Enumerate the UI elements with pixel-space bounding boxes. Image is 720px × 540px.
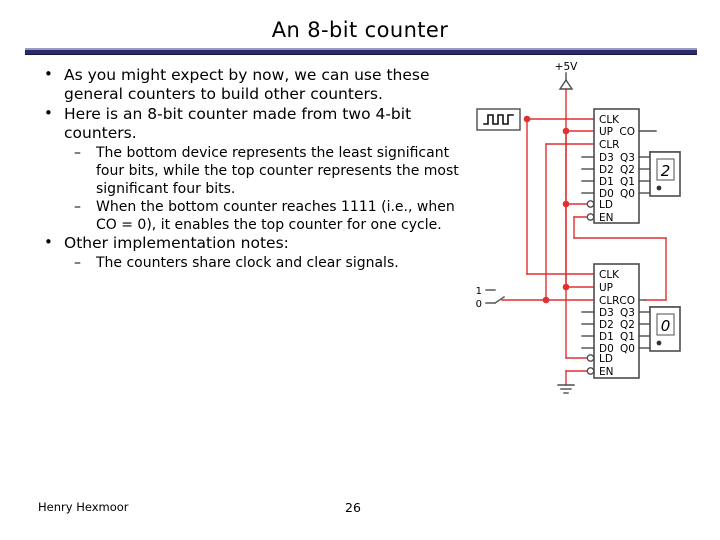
sub-bullet-marker: – [74,199,81,215]
sub-bullet-text: The bottom device represents the least s… [96,145,459,197]
top-ld-bubble-icon [586,200,595,208]
top-pin-clr: CLR [599,139,619,151]
bottom-pin-q3: Q3 [620,307,635,319]
top-en-bubble-icon [586,213,595,221]
top-pin-up: UP [599,126,613,138]
bullet-item: • As you might expect by now, we can use… [36,65,476,104]
footer-author: Henry Hexmoor [38,500,129,514]
top-pin-d1: D1 [599,176,614,188]
junction-dot [562,200,570,208]
bullet-marker: • [44,104,53,122]
bottom-pin-co: CO [619,295,635,307]
switch-label-low: 0 [476,299,482,310]
bottom-pin-d3: D3 [599,307,614,319]
sub-bullet-marker: – [74,255,81,271]
sub-bullet-item: – When the bottom counter reaches 1111 (… [36,198,476,234]
bullet-item: • Here is an 8-bit counter made from two… [36,104,476,143]
bottom-pin-d1: D1 [599,331,614,343]
top-pin-ld: LD [599,199,613,211]
bullet-marker: • [44,233,53,251]
bottom-display-dot-icon [656,340,662,346]
junction-dot [562,127,570,135]
square-wave-icon [483,114,514,125]
bottom-en-bubble-icon [586,367,595,375]
footer-page-number: 26 [345,500,361,515]
bottom-ld-bubble-icon [586,354,595,362]
top-pin-d3: D3 [599,152,614,164]
sub-bullet-text: The counters share clock and clear signa… [96,255,399,271]
page-title: An 8-bit counter [271,18,449,42]
bullet-text: Here is an 8-bit counter made from two 4… [64,105,412,142]
top-pin-q0: Q0 [620,188,635,200]
bottom-pin-clk: CLK [599,269,620,281]
wire-net-red [501,88,667,386]
bullet-text: As you might expect by now, we can use t… [64,66,430,103]
bottom-display-value: 0 [661,317,671,335]
top-pin-q3: Q3 [620,152,635,164]
top-pin-d2: D2 [599,164,614,176]
top-pin-co: CO [619,126,635,138]
top-display-value: 2 [661,162,671,180]
bottom-pin-d2: D2 [599,319,614,331]
switch-label-high: 1 [476,286,482,297]
bottom-pin-en: EN [599,366,614,378]
supply-label: +5V [555,61,578,73]
title-divider [25,48,697,55]
top-pin-q2: Q2 [620,164,635,176]
bullet-item: • Other implementation notes: [36,233,476,253]
bottom-pin-clr: CLR [599,295,619,307]
bottom-pin-q1: Q1 [620,331,635,343]
top-pin-q1: Q1 [620,176,635,188]
bullet-marker: • [44,65,53,83]
sub-bullet-marker: – [74,145,81,161]
supply-arrow-icon [558,78,574,90]
bottom-pin-up: UP [599,282,613,294]
top-pin-clk: CLK [599,114,620,126]
junction-dot [562,283,570,291]
counter-circuit-diagram: +5V 1 0 CLK UP CLR D3 D2 D1 D0 LD EN CO … [470,58,720,398]
circuit-svg: +5V 1 0 CLK UP CLR D3 D2 D1 D0 LD EN CO … [476,61,681,394]
bottom-pin-ld: LD [599,353,613,365]
bottom-pin-q0: Q0 [620,343,635,355]
sub-bullet-item: – The bottom device represents the least… [36,144,476,198]
slide-body: • As you might expect by now, we can use… [36,65,476,272]
sub-bullet-item: – The counters share clock and clear sig… [36,254,476,272]
junction-dot [523,115,531,123]
top-display-dot-icon [656,185,662,191]
top-pin-en: EN [599,212,614,224]
bottom-pin-q2: Q2 [620,319,635,331]
bullet-text: Other implementation notes: [64,234,289,252]
junction-dot [542,296,550,304]
sub-bullet-text: When the bottom counter reaches 1111 (i.… [96,199,455,233]
